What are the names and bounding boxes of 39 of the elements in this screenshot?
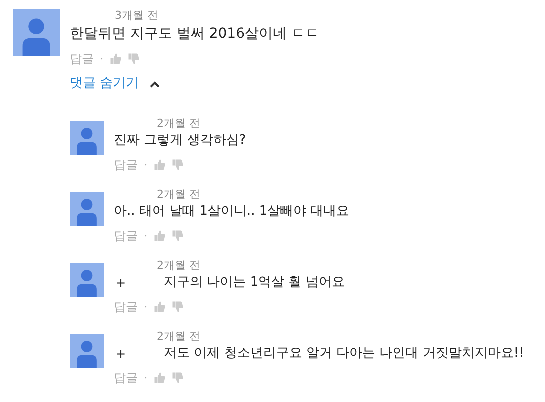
separator-dot: · xyxy=(144,300,148,314)
separator-dot: · xyxy=(144,158,148,172)
comment-time: 2개월 전 xyxy=(157,188,200,202)
reply-link[interactable]: 답글 xyxy=(114,228,138,244)
thumbs-down-icon[interactable] xyxy=(172,230,184,242)
separator-dot: · xyxy=(144,371,148,385)
comment-text: 지구의 나이는 1억살 훨 넘어요 xyxy=(164,274,345,292)
thumbs-up-icon[interactable] xyxy=(110,53,122,65)
comment-text: 한달뒤면 지구도 벌써 2016살이네 ㄷㄷ xyxy=(70,25,320,44)
thumbs-down-icon[interactable] xyxy=(172,372,184,384)
comment-time: 2개월 전 xyxy=(157,330,200,344)
reply-link[interactable]: 답글 xyxy=(114,370,138,386)
reply-link[interactable]: 답글 xyxy=(70,50,94,68)
avatar-icon xyxy=(70,334,104,368)
separator-dot: · xyxy=(100,52,104,66)
comment-time: 2개월 전 xyxy=(157,117,200,131)
reply-link[interactable]: 답글 xyxy=(114,156,138,174)
mention-plus: + xyxy=(116,347,126,361)
separator-dot: · xyxy=(144,229,148,243)
comment-time: 2개월 전 xyxy=(157,259,200,273)
thumbs-down-icon[interactable] xyxy=(128,53,140,65)
thumbs-down-icon[interactable] xyxy=(172,159,184,171)
reply-link[interactable]: 답글 xyxy=(114,298,138,316)
avatar-icon xyxy=(70,192,104,226)
avatar-icon xyxy=(13,9,60,56)
comment-text: 저도 이제 청소년리구요 알거 다아는 나인대 거짓말치지마요!! xyxy=(164,345,524,363)
thumbs-up-icon[interactable] xyxy=(154,159,166,171)
comment-time: 3개월 전 xyxy=(115,9,158,23)
thumbs-up-icon[interactable] xyxy=(154,230,166,242)
thumbs-up-icon[interactable] xyxy=(154,301,166,313)
avatar-icon xyxy=(70,263,104,297)
avatar-icon xyxy=(70,121,104,155)
thumbs-up-icon[interactable] xyxy=(154,372,166,384)
mention-plus: + xyxy=(116,276,126,290)
chevron-up-icon[interactable] xyxy=(150,81,160,88)
comment-text: 아.. 태어 날때 1살이니.. 1살빼야 대내요 xyxy=(114,203,350,221)
hide-replies-link[interactable]: 댓글 숨기기 xyxy=(70,75,140,93)
comment-text: 진짜 그렇게 생각하심? xyxy=(114,132,246,150)
thumbs-down-icon[interactable] xyxy=(172,301,184,313)
